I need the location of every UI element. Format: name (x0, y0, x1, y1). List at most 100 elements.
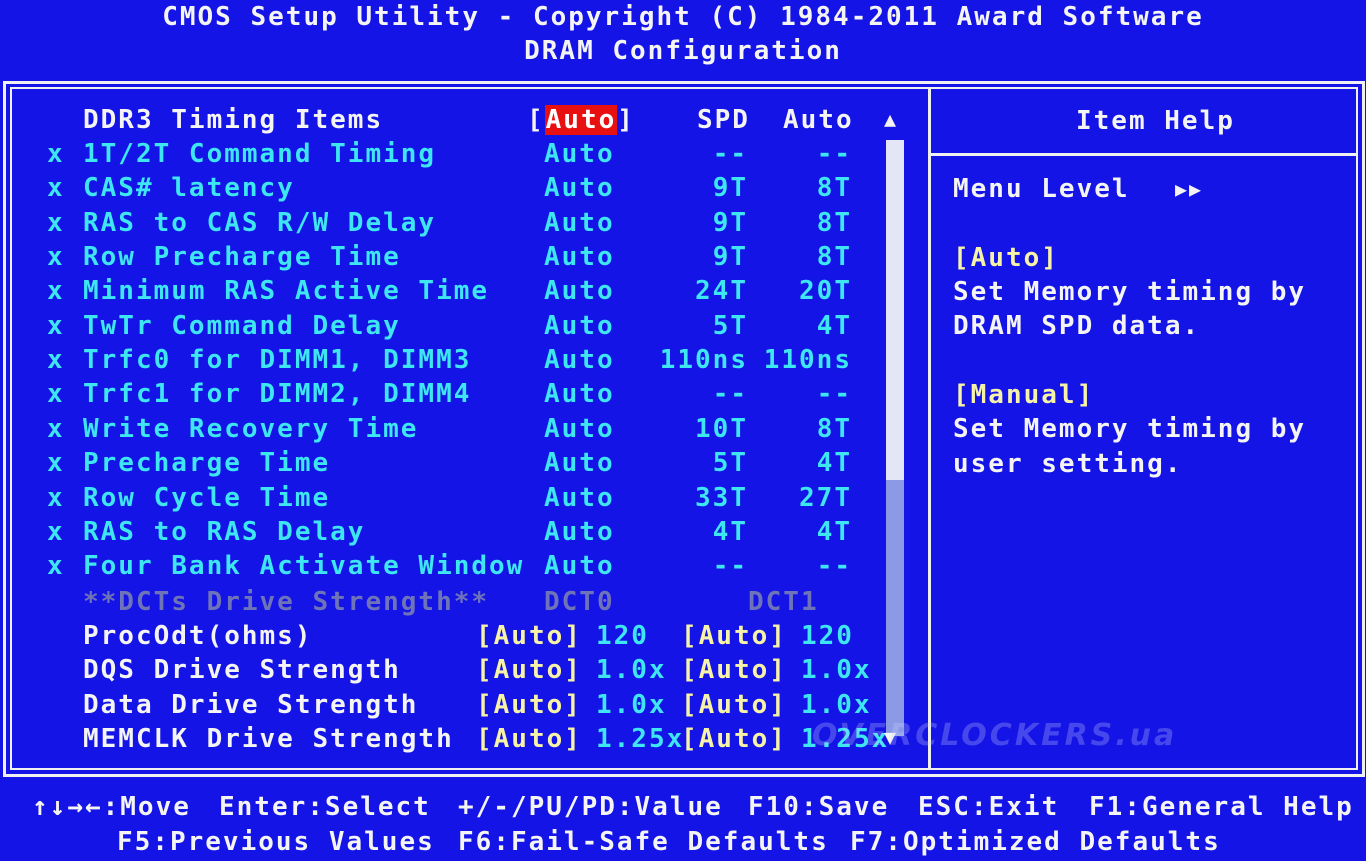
footer-optimized-defaults: F7:Optimized Defaults (850, 827, 1221, 857)
drive-item-label: DQS Drive Strength (83, 655, 401, 685)
menu-level-label: Menu Level (953, 174, 1130, 204)
timing-item-value[interactable]: Auto (544, 137, 615, 171)
dct1-value: 120 (801, 621, 854, 651)
timing-item-label: CAS# latency (83, 173, 295, 203)
timing-item-label: RAS to CAS R/W Delay (83, 208, 437, 238)
timing-item-spd: 10T (695, 414, 748, 444)
bracket-close: ] (617, 105, 635, 135)
timing-item-spd: 9T (712, 173, 748, 203)
dct1-setting[interactable]: [Auto] (681, 653, 787, 687)
dct1-setting[interactable]: [Auto] (681, 688, 787, 722)
disabled-marker-icon: x (47, 173, 65, 203)
timing-item-value[interactable]: Auto (544, 240, 615, 274)
timing-item-value[interactable]: Auto (544, 171, 615, 205)
help-option-auto-line2: DRAM SPD data. (953, 311, 1201, 341)
timing-item-value[interactable]: Auto (544, 309, 615, 343)
timing-item-spd: 9T (712, 242, 748, 272)
disabled-marker-icon: x (47, 517, 65, 547)
timing-item-spd: 5T (712, 311, 748, 341)
timing-item-auto: 8T (816, 208, 852, 238)
scrollbar-thumb[interactable] (886, 140, 904, 480)
window-title: CMOS Setup Utility - Copyright (C) 1984-… (162, 2, 1204, 32)
disabled-marker-icon: x (47, 414, 65, 444)
dct0-setting[interactable]: [Auto] (476, 722, 582, 756)
footer-enter: Enter:Select (219, 792, 431, 822)
timing-item-spd: -- (712, 139, 748, 169)
timing-item-value[interactable]: Auto (544, 412, 615, 446)
dct1-setting[interactable]: [Auto] (681, 722, 787, 756)
timing-item-value[interactable]: Auto (544, 377, 615, 411)
timing-item-auto: 4T (816, 448, 852, 478)
timing-item-value[interactable]: Auto (544, 343, 615, 377)
timing-item-spd: 5T (712, 448, 748, 478)
drive-item-label: Data Drive Strength (83, 690, 419, 720)
timing-item-spd: 110ns (659, 345, 748, 375)
timing-item-spd: 4T (712, 517, 748, 547)
dct0-value: 120 (596, 621, 649, 651)
watermark-logo: OVERCLOCKERS.ua (812, 718, 1178, 753)
dct0-value: 1.0x (596, 690, 667, 720)
timing-item-auto: 27T (799, 483, 852, 513)
column-spd-header: SPD (697, 105, 750, 135)
disabled-marker-icon: x (47, 208, 65, 238)
timing-item-auto: 20T (799, 276, 852, 306)
help-option-manual-line1: Set Memory timing by (953, 414, 1307, 444)
footer-general-help: F1:General Help (1089, 792, 1354, 822)
disabled-marker-icon: x (47, 551, 65, 581)
disabled-marker-icon: x (47, 276, 65, 306)
selected-value[interactable]: Auto (544, 105, 618, 135)
timing-item-auto: -- (816, 139, 852, 169)
timing-item-label: Minimum RAS Active Time (83, 276, 490, 306)
timing-item-value[interactable]: Auto (544, 549, 615, 583)
timing-item-spd: 33T (695, 483, 748, 513)
dct0-header: DCT0 (544, 587, 615, 617)
timing-item-value[interactable]: Auto (544, 481, 615, 515)
footer-exit: ESC:Exit (918, 792, 1060, 822)
item-help-title: Item Help (1076, 106, 1235, 136)
timing-item-label: Row Cycle Time (83, 483, 331, 513)
drive-item-label: MEMCLK Drive Strength (83, 724, 454, 754)
footer-previous-values: F5:Previous Values (117, 827, 435, 857)
footer-failsafe-defaults: F6:Fail-Safe Defaults (458, 827, 829, 857)
disabled-marker-icon: x (47, 311, 65, 341)
timing-item-label: Trfc1 for DIMM2, DIMM4 (83, 379, 472, 409)
dct0-setting[interactable]: [Auto] (476, 619, 582, 653)
timing-item-value[interactable]: Auto (544, 515, 615, 549)
ddr3-timing-items-value[interactable]: [Auto] (527, 103, 635, 137)
timing-item-label: Trfc0 for DIMM1, DIMM3 (83, 345, 472, 375)
dct0-value: 1.25x (596, 724, 685, 754)
disabled-marker-icon: x (47, 448, 65, 478)
timing-item-label: RAS to RAS Delay (83, 517, 366, 547)
timing-item-spd: 9T (712, 208, 748, 238)
page-title: DRAM Configuration (524, 36, 842, 66)
help-option-auto-line1: Set Memory timing by (953, 277, 1307, 307)
dct0-setting[interactable]: [Auto] (476, 688, 582, 722)
bracket-open: [ (527, 105, 545, 135)
dct1-value: 1.0x (801, 655, 872, 685)
timing-item-value[interactable]: Auto (544, 206, 615, 240)
timing-item-value[interactable]: Auto (544, 446, 615, 480)
timing-item-spd: -- (712, 379, 748, 409)
footer-value: +/-/PU/PD:Value (458, 792, 723, 822)
timing-item-auto: 110ns (763, 345, 852, 375)
dct1-header: DCT1 (748, 587, 819, 617)
timing-item-value[interactable]: Auto (544, 274, 615, 308)
disabled-marker-icon: x (47, 483, 65, 513)
scroll-up-arrow-icon[interactable]: ▲ (884, 104, 898, 134)
timing-item-auto: 4T (816, 311, 852, 341)
disabled-marker-icon: x (47, 379, 65, 409)
timing-item-spd: -- (712, 551, 748, 581)
disabled-marker-icon: x (47, 242, 65, 272)
timing-item-auto: 8T (816, 173, 852, 203)
dct1-setting[interactable]: [Auto] (681, 619, 787, 653)
timing-item-auto: -- (816, 379, 852, 409)
panel-divider (928, 87, 931, 770)
drive-item-label: ProcOdt(ohms) (83, 621, 313, 651)
timing-item-label: 1T/2T Command Timing (83, 139, 437, 169)
disabled-marker-icon: x (47, 345, 65, 375)
dct0-setting[interactable]: [Auto] (476, 653, 582, 687)
help-option-manual-line2: user setting. (953, 449, 1183, 479)
timing-item-auto: 4T (816, 517, 852, 547)
timing-item-label: Four Bank Activate Window (83, 551, 525, 581)
help-option-auto: [Auto] (953, 243, 1059, 273)
